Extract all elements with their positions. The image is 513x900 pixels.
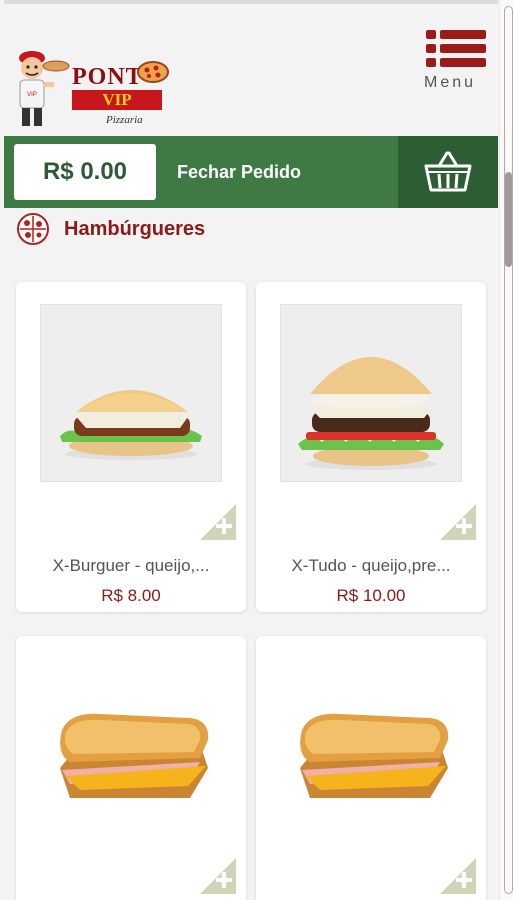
basket-icon — [424, 151, 472, 192]
pizza-icon — [17, 213, 49, 245]
svg-text:VIP: VIP — [27, 92, 37, 98]
brand-subtitle: Pizzaria — [106, 114, 143, 126]
product-card[interactable]: X-Burguer - queijo,... R$ 8.00 — [16, 282, 246, 612]
order-total: R$ 0.00 — [14, 144, 156, 200]
section-title: Hambúrgueres — [64, 217, 206, 240]
add-to-cart-icon[interactable] — [200, 858, 236, 894]
app-frame: VIP PONT VIP Pizzaria Menu R$ 0.00 Fecha… — [4, 0, 498, 900]
product-card[interactable] — [256, 636, 486, 900]
product-image — [280, 658, 462, 836]
order-bar: R$ 0.00 Fechar Pedido — [4, 136, 498, 208]
brand-name: PONT — [72, 64, 143, 90]
add-to-cart-icon[interactable] — [440, 858, 476, 894]
product-image — [40, 658, 222, 836]
product-card[interactable] — [16, 636, 246, 900]
burger-deluxe-image — [298, 357, 444, 470]
menu-button[interactable]: Menu — [422, 30, 494, 102]
product-name: X-Burguer - queijo,... — [52, 556, 210, 575]
product-image — [40, 304, 222, 482]
close-order-button[interactable]: Fechar Pedido — [177, 162, 301, 183]
toast-sandwich-image — [300, 713, 449, 798]
header: VIP PONT VIP Pizzaria Menu — [4, 14, 498, 134]
add-to-cart-icon[interactable] — [200, 504, 236, 540]
scrollbar-thumb[interactable] — [505, 172, 512, 267]
product-price: R$ 10.00 — [336, 586, 406, 605]
burger-image — [60, 390, 202, 460]
product-image — [280, 304, 462, 482]
scrollbar[interactable] — [499, 0, 513, 900]
toast-sandwich-image — [60, 713, 209, 798]
menu-label: Menu — [424, 74, 477, 91]
cart-button[interactable] — [398, 136, 498, 208]
add-to-cart-icon[interactable] — [440, 504, 476, 540]
brand-ribbon: VIP — [72, 90, 162, 110]
product-card[interactable]: X-Tudo - queijo,pre... R$ 10.00 — [256, 282, 486, 612]
mascot-icon: VIP — [19, 51, 70, 126]
section-header: Hambúrgueres — [16, 212, 205, 246]
scrollbar-track[interactable] — [504, 6, 513, 894]
product-name: X-Tudo - queijo,pre... — [291, 556, 451, 575]
pizza-logo-icon — [137, 61, 169, 83]
product-price: R$ 8.00 — [101, 586, 161, 605]
logo[interactable]: VIP PONT VIP Pizzaria — [10, 44, 170, 139]
hamburger-menu-icon — [426, 30, 486, 67]
